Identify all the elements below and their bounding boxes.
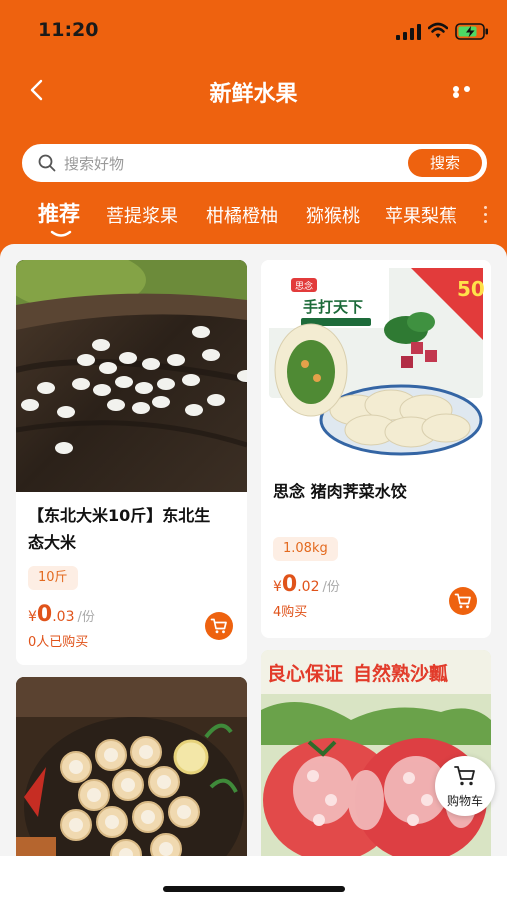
bottom-safe-area bbox=[0, 856, 507, 900]
product-card[interactable]: 【东北大米10斤】东北生 态大米 10斤 ¥0.03/份 0人已购买 bbox=[16, 260, 247, 665]
cart-icon bbox=[210, 618, 227, 634]
product-spec-tag: 1.08kg bbox=[273, 537, 338, 561]
more-options-icon[interactable] bbox=[453, 86, 483, 98]
product-card[interactable]: 良心保证 自然熟沙瓤 bbox=[261, 650, 491, 856]
product-sold-count: 0人已购买 bbox=[28, 635, 89, 650]
product-image-rice bbox=[16, 260, 247, 492]
product-card[interactable] bbox=[16, 677, 247, 856]
product-name: 【东北大米10斤】东北生 bbox=[28, 506, 211, 525]
svg-text:自然熟沙瓤: 自然熟沙瓤 bbox=[353, 662, 448, 685]
product-price: ¥0.02/份 bbox=[273, 572, 340, 597]
product-name: 思念 猪肉荠菜水饺 bbox=[273, 482, 407, 501]
cart-icon bbox=[454, 593, 471, 609]
product-grid: 【东北大米10斤】东北生 态大米 10斤 ¥0.03/份 0人已购买 50 思念… bbox=[0, 244, 507, 856]
product-image-scallops bbox=[16, 677, 247, 856]
tabs-more-icon[interactable] bbox=[484, 206, 488, 226]
status-bar: 11:20 bbox=[0, 0, 507, 60]
tab-recommend[interactable]: 推荐 bbox=[38, 198, 80, 228]
search-bar[interactable]: 搜索好物 搜索 bbox=[22, 144, 487, 182]
add-to-cart-button[interactable] bbox=[205, 612, 233, 640]
product-price: ¥0.03/份 bbox=[28, 602, 95, 627]
tab-kiwi[interactable]: 猕猴桃 bbox=[306, 202, 360, 228]
svg-text:手打天下: 手打天下 bbox=[303, 298, 363, 316]
product-sold-count: 4购买 bbox=[273, 605, 308, 620]
active-tab-indicator bbox=[50, 230, 72, 237]
tab-berries[interactable]: 菩提浆果 bbox=[106, 202, 178, 228]
product-spec-tag: 10斤 bbox=[28, 566, 78, 590]
product-image-tomatoes: 良心保证 自然熟沙瓤 bbox=[261, 650, 491, 856]
search-input[interactable]: 搜索好物 bbox=[64, 153, 124, 174]
wifi-icon bbox=[428, 22, 448, 38]
floating-cart-label: 购物车 bbox=[446, 794, 483, 808]
shopping-cart-icon bbox=[454, 766, 475, 786]
add-to-cart-button[interactable] bbox=[449, 587, 477, 615]
product-image-dumplings: 50 思念 手打天下 bbox=[261, 260, 491, 468]
svg-text:50: 50 bbox=[457, 277, 485, 301]
battery-charging-icon bbox=[455, 23, 488, 40]
home-indicator[interactable] bbox=[163, 886, 345, 892]
tab-apple-pear-banana[interactable]: 苹果梨蕉 bbox=[385, 202, 457, 228]
search-icon bbox=[38, 154, 56, 172]
nav-bar: 新鲜水果 bbox=[0, 68, 507, 114]
search-button[interactable]: 搜索 bbox=[408, 149, 482, 177]
svg-text:思念: 思念 bbox=[295, 280, 313, 292]
cellular-signal-icon bbox=[396, 24, 421, 40]
floating-cart-button[interactable]: 购物车 bbox=[435, 756, 495, 816]
page-title: 新鲜水果 bbox=[209, 82, 298, 107]
svg-text:良心保证: 良心保证 bbox=[267, 662, 343, 685]
product-name-line2: 态大米 bbox=[28, 533, 77, 552]
product-card[interactable]: 50 思念 手打天下 思念 猪肉荠菜水饺 1.08kg ¥0.02/份 4购买 bbox=[261, 260, 491, 638]
tab-citrus[interactable]: 柑橘橙柚 bbox=[206, 202, 278, 228]
status-time: 11:20 bbox=[38, 19, 99, 41]
category-tabs: 推荐 菩提浆果 柑橘橙柚 猕猴桃 苹果梨蕉 bbox=[0, 196, 507, 240]
